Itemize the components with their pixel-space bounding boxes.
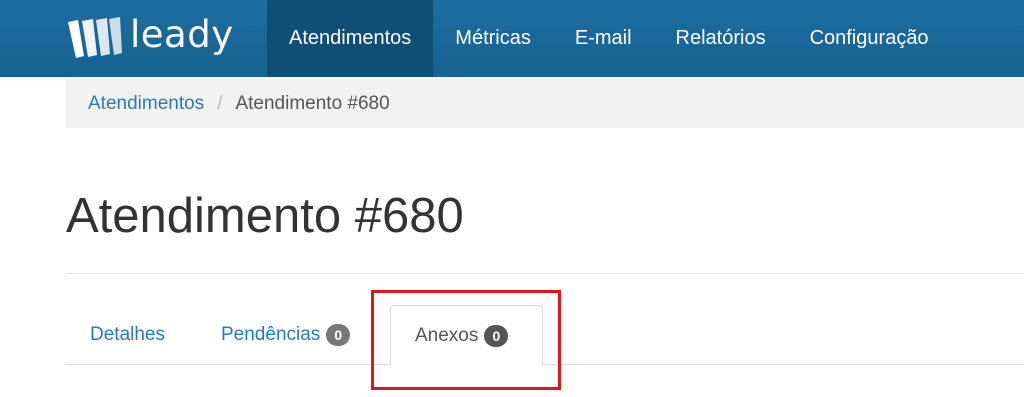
nav-item-configuracao[interactable]: Configuração [788, 0, 951, 77]
top-navbar: leady Atendimentos Métricas E-mail Relat… [0, 0, 1024, 77]
breadcrumb-link-atendimentos[interactable]: Atendimentos [88, 93, 204, 115]
tab-label: Pendências [221, 324, 321, 345]
main-nav: Atendimentos Métricas E-mail Relatórios … [267, 0, 951, 77]
nav-item-atendimentos[interactable]: Atendimentos [267, 0, 434, 77]
tab-label: Anexos [415, 324, 479, 346]
brand[interactable]: leady [66, 12, 234, 64]
nav-item-email[interactable]: E-mail [553, 0, 654, 77]
tab-label: Detalhes [90, 324, 165, 345]
breadcrumb-current: Atendimento #680 [235, 92, 390, 114]
nav-item-metricas[interactable]: Métricas [433, 0, 553, 77]
tab-detalhes[interactable]: Detalhes [90, 305, 165, 365]
tab-bar: Detalhes Pendências 0 Anexos 0 [66, 305, 1024, 366]
brand-name: leady [130, 13, 234, 56]
page-title: Atendimento #680 [66, 189, 464, 243]
title-divider [66, 273, 1024, 274]
leady-logo-icon [68, 17, 122, 58]
tab-pendencias[interactable]: Pendências 0 [221, 305, 351, 365]
tab-anexos[interactable]: Anexos 0 [390, 305, 543, 366]
nav-item-relatorios[interactable]: Relatórios [654, 0, 788, 77]
breadcrumb-separator: / [217, 92, 223, 114]
count-badge: 0 [326, 324, 351, 346]
breadcrumb: Atendimentos / Atendimento #680 [66, 79, 1024, 128]
count-badge: 0 [484, 324, 509, 347]
